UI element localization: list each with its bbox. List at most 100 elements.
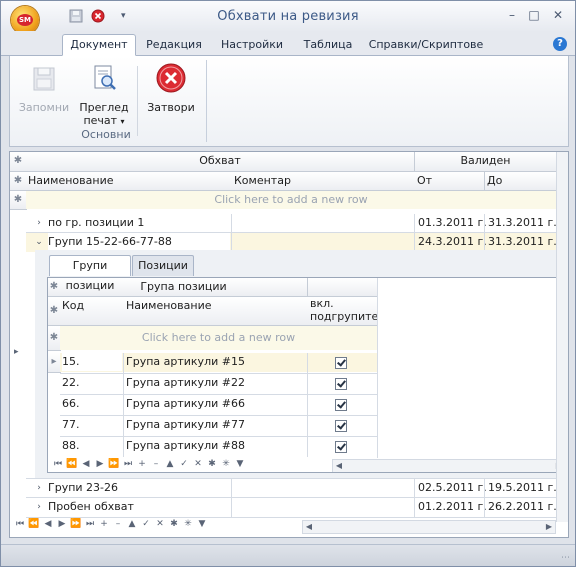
save-label: Запомни (18, 101, 70, 114)
last-record-icon[interactable]: ⏭ (122, 459, 134, 469)
grid-line (26, 478, 556, 479)
cell-name: Група артикули #88 (126, 439, 245, 452)
include-subgroups-checkbox[interactable] (335, 399, 347, 411)
grid-line (231, 214, 232, 252)
first-record-icon[interactable]: ⏮ (14, 519, 26, 529)
tab-document[interactable]: Документ (62, 34, 136, 56)
post-icon[interactable]: ✓ (140, 519, 152, 529)
dropdown-arrow-icon: ▾ (120, 117, 125, 126)
tab-edit[interactable]: Редакция (141, 35, 207, 55)
edit-icon[interactable]: ▲ (164, 459, 176, 469)
collapse-icon[interactable]: ⌄ (34, 237, 44, 247)
window-close-button[interactable]: ✕ (549, 7, 567, 23)
cancel-icon[interactable]: ✕ (154, 519, 166, 529)
column-header-include-subgroups[interactable]: вкл. подгрупите (308, 297, 378, 326)
prev-record-icon[interactable]: ◀ (80, 459, 92, 469)
scroll-right-icon[interactable]: ▶ (543, 521, 555, 533)
filter-icon[interactable]: ▼ (234, 459, 246, 469)
close-circle-icon (156, 63, 186, 93)
refresh-icon[interactable]: ✱ (206, 459, 218, 469)
header-line: вкл. (310, 297, 334, 310)
main-horizontal-scrollbar[interactable]: ◀ ▶ (302, 520, 556, 534)
column-header-from[interactable]: От (415, 172, 485, 191)
grid-line (26, 517, 556, 518)
next-record-icon[interactable]: ▶ (94, 459, 106, 469)
table-row[interactable]: 22. Група артикули #22 (60, 374, 377, 393)
column-header-comment[interactable]: Коментар (232, 172, 416, 191)
cell-code: 15. (62, 353, 122, 371)
include-subgroups-checkbox[interactable] (335, 357, 347, 369)
scroll-left-icon[interactable]: ◀ (303, 521, 315, 533)
table-row[interactable]: 88. Група артикули #88 (60, 437, 377, 456)
column-header-name[interactable]: Наименование (124, 297, 309, 326)
first-record-icon[interactable]: ⏮ (52, 459, 64, 469)
tab-reports-scripts[interactable]: Справки/Скриптове (367, 35, 485, 55)
grid-line (414, 479, 415, 517)
tab-table[interactable]: Таблица (299, 35, 357, 55)
cell-code: 88. (62, 439, 80, 452)
bookmark-icon[interactable]: ✳ (220, 459, 232, 469)
band-valid: Валиден (415, 152, 557, 172)
delete-icon[interactable]: – (112, 519, 124, 529)
tab-settings[interactable]: Настройки (217, 35, 287, 55)
table-row[interactable]: › по гр. позиции 1 01.3.2011 г. 31.3.201… (26, 214, 556, 233)
cell-to: 31.3.2011 г. (488, 216, 556, 229)
post-icon[interactable]: ✓ (178, 459, 190, 469)
cancel-icon[interactable]: ✕ (192, 459, 204, 469)
table-row[interactable]: › Пробен обхват 01.2.2011 г. 26.2.2011 г… (26, 498, 556, 517)
maximize-button[interactable]: □ (525, 7, 543, 23)
edit-icon[interactable]: ▲ (126, 519, 138, 529)
print-preview-button[interactable]: Преглед печат ▾ (76, 62, 132, 128)
prev-page-icon[interactable]: ⏪ (28, 519, 40, 529)
column-header-to[interactable]: До (485, 172, 557, 191)
cell-from: 01.2.2011 г. (418, 500, 486, 513)
grid-line (60, 373, 377, 374)
minimize-icon: – (509, 8, 515, 22)
expand-icon[interactable]: › (34, 502, 44, 512)
delete-icon[interactable]: – (150, 459, 162, 469)
next-page-icon[interactable]: ⏩ (108, 459, 120, 469)
filter-icon[interactable]: ▼ (196, 519, 208, 529)
add-new-row[interactable]: Click here to add a new row (26, 191, 556, 209)
column-header-name[interactable]: Наименование (26, 172, 233, 191)
ribbon-panel: Запомни Преглед печат ▾ Затвори Основни (9, 56, 569, 147)
cell-name: Пробен обхват (48, 500, 134, 513)
expand-icon[interactable]: › (34, 483, 44, 493)
prev-page-icon[interactable]: ⏪ (66, 459, 78, 469)
refresh-icon[interactable]: ✱ (168, 519, 180, 529)
table-row[interactable]: 15. Група артикули #15 (60, 353, 377, 372)
help-icon[interactable]: ? (553, 37, 567, 51)
save-icon (33, 67, 55, 91)
expand-icon[interactable]: › (34, 218, 44, 228)
detail-navigator: ⏮ ⏪ ◀ ▶ ⏩ ⏭ + – ▲ ✓ ✕ ✱ ✳ ▼ (52, 459, 246, 469)
include-subgroups-checkbox[interactable] (335, 420, 347, 432)
detail-tab-positions[interactable]: Позиции (132, 255, 194, 276)
last-record-icon[interactable]: ⏭ (84, 519, 96, 529)
scroll-left-icon[interactable]: ◀ (333, 460, 345, 472)
detail-tab-group-positions[interactable]: Групи позиции (49, 255, 131, 292)
bookmark-icon[interactable]: ✳ (182, 519, 194, 529)
include-subgroups-checkbox[interactable] (335, 441, 347, 453)
cell-name: Група артикули #77 (126, 418, 245, 431)
table-row[interactable]: 66. Група артикули #66 (60, 395, 377, 414)
table-row[interactable]: › Групи 23-26 02.5.2011 г. 19.5.2011 г. (26, 479, 556, 498)
next-record-icon[interactable]: ▶ (56, 519, 68, 529)
add-new-row[interactable]: Click here to add a new row (60, 326, 377, 350)
minimize-button[interactable]: – (503, 7, 521, 23)
column-header-code[interactable]: Код (60, 297, 125, 326)
main-navigator: ⏮ ⏪ ◀ ▶ ⏩ ⏭ + – ▲ ✓ ✕ ✱ ✳ ▼ (14, 519, 208, 529)
close-button[interactable]: Затвори (144, 62, 198, 114)
insert-icon[interactable]: + (98, 519, 110, 529)
next-page-icon[interactable]: ⏩ (70, 519, 82, 529)
resize-grip-icon[interactable]: ⋯ (561, 553, 570, 563)
prev-record-icon[interactable]: ◀ (42, 519, 54, 529)
detail-horizontal-scrollbar[interactable]: ◀ ▶ (332, 459, 566, 472)
table-row[interactable]: 77. Група артикули #77 (60, 416, 377, 435)
insert-icon[interactable]: + (136, 459, 148, 469)
save-button[interactable]: Запомни (16, 62, 72, 114)
vertical-scrollbar[interactable] (556, 152, 568, 522)
group-caption: Основни (81, 128, 131, 141)
include-subgroups-checkbox[interactable] (335, 378, 347, 390)
grid-line (484, 479, 485, 517)
print-preview-label-2: печат ▾ (83, 114, 125, 127)
